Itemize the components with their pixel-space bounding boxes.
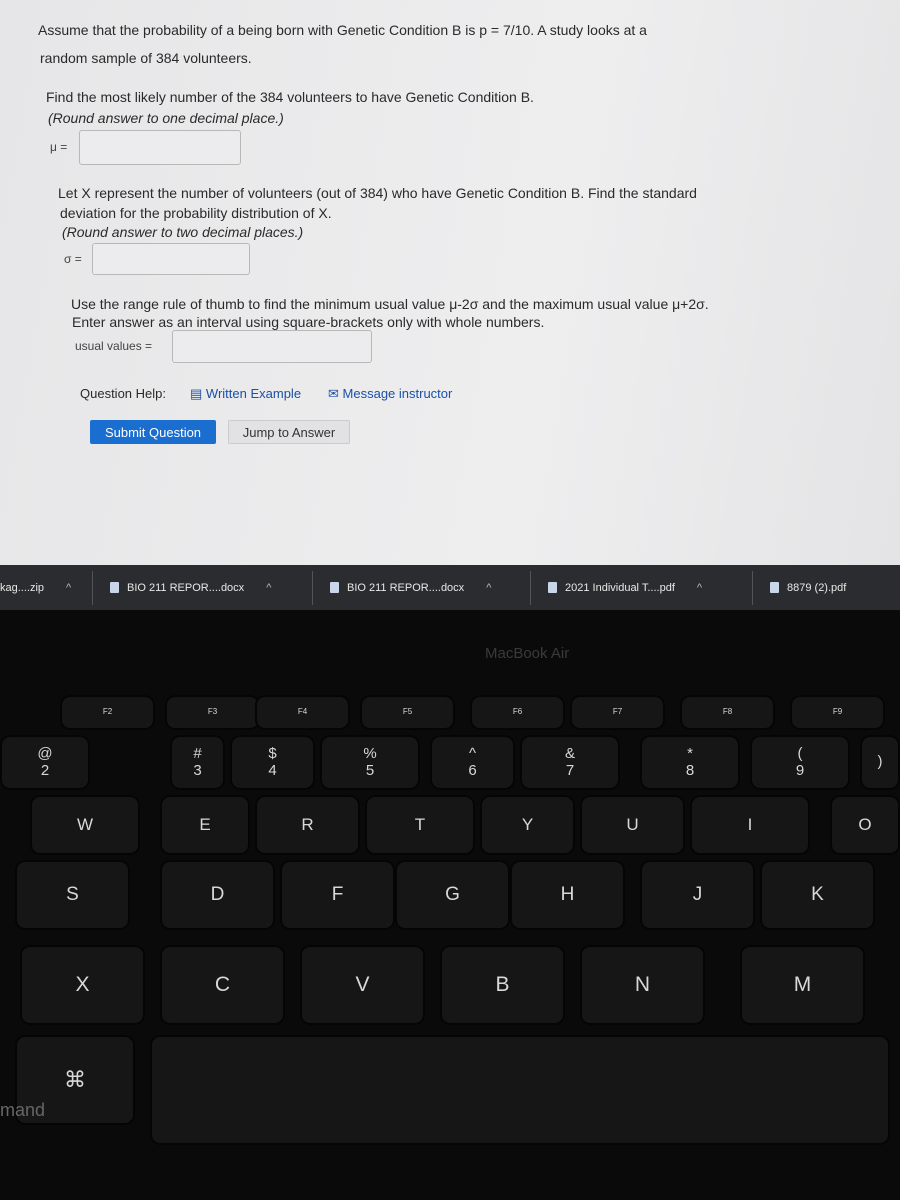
key-f8[interactable]: F8 <box>680 695 775 730</box>
key-e[interactable]: E <box>160 795 250 855</box>
chevron-up-icon[interactable]: ^ <box>66 582 71 594</box>
key-j[interactable]: J <box>640 860 755 930</box>
key-r[interactable]: R <box>255 795 360 855</box>
download-name: 2021 Individual T....pdf <box>565 581 675 594</box>
key-k[interactable]: K <box>760 860 875 930</box>
key-8[interactable]: * 8 <box>640 735 740 790</box>
word-file-icon <box>110 582 119 593</box>
message-instructor-link[interactable]: ✉ Message instructor <box>328 384 452 404</box>
pdf-file-icon <box>548 582 557 593</box>
usual-values-label: usual values = <box>75 339 153 353</box>
key-g[interactable]: G <box>395 860 510 930</box>
key-y[interactable]: Y <box>480 795 575 855</box>
mu-label: μ = <box>50 140 68 154</box>
written-example-label: Written Example <box>205 386 302 401</box>
key-f7[interactable]: F7 <box>570 695 665 730</box>
key-c[interactable]: C <box>160 945 285 1025</box>
key-f3[interactable]: F3 <box>165 695 260 730</box>
question-help-label: Question Help: <box>80 386 166 401</box>
key-7[interactable]: & 7 <box>520 735 620 790</box>
q2-text: Let X represent the number of volunteers… <box>58 185 697 201</box>
download-name: BIO 211 REPOR....docx <box>127 581 245 594</box>
key-2[interactable]: @ 2 <box>0 735 90 790</box>
key-f2[interactable]: F2 <box>60 695 155 730</box>
download-item[interactable]: BIO 211 REPOR....docx ^ <box>330 565 491 610</box>
chevron-up-icon[interactable]: ^ <box>266 582 271 594</box>
download-name: 8879 (2).pdf <box>787 581 847 594</box>
key-n[interactable]: N <box>580 945 705 1025</box>
key-s[interactable]: S <box>15 860 130 930</box>
key-f4[interactable]: F4 <box>255 695 350 730</box>
sigma-label: σ = <box>64 252 82 266</box>
download-name: BIO 211 REPOR....docx <box>347 581 465 594</box>
key-u[interactable]: U <box>580 795 685 855</box>
envelope-icon: ✉ <box>328 386 339 401</box>
key-f[interactable]: F <box>280 860 395 930</box>
jump-to-answer-button[interactable]: Jump to Answer <box>228 420 350 444</box>
word-file-icon <box>330 582 339 593</box>
pdf-file-icon <box>770 582 779 593</box>
download-item[interactable]: BIO 211 REPOR....docx ^ <box>110 565 271 610</box>
q3-text-2: Enter answer as an interval using square… <box>72 314 545 330</box>
download-name: kag....zip <box>0 581 45 594</box>
download-item[interactable]: 8879 (2).pdf <box>770 565 846 610</box>
intro-text: Assume that the probability of a being b… <box>38 22 647 38</box>
q1-rounding: (Round answer to one decimal place.) <box>48 110 284 126</box>
written-example-link[interactable]: ▤ Written Example <box>190 384 301 404</box>
laptop-brand: MacBook Air <box>485 645 570 662</box>
intro-text-2: random sample of 384 volunteers. <box>40 50 252 66</box>
key-9[interactable]: ( 9 <box>750 735 850 790</box>
key-x[interactable]: X <box>20 945 145 1025</box>
key-v[interactable]: V <box>300 945 425 1025</box>
key-i[interactable]: I <box>690 795 810 855</box>
key-3[interactable]: # 3 <box>170 735 225 790</box>
downloads-bar: kag....zip ^ BIO 211 REPOR....docx ^ BIO 2… <box>0 565 900 610</box>
q1-text: Find the most likely number of the 384 v… <box>46 89 534 105</box>
key-4[interactable]: $ 4 <box>230 735 315 790</box>
key-h[interactable]: H <box>510 860 625 930</box>
key-d[interactable]: D <box>160 860 275 930</box>
document-icon: ▤ <box>190 386 203 401</box>
key-m[interactable]: M <box>740 945 865 1025</box>
command-key-label: mand <box>0 1100 46 1120</box>
key-6[interactable]: ^ 6 <box>430 735 515 790</box>
key-space[interactable] <box>150 1035 890 1145</box>
q2-rounding: (Round answer to two decimal places.) <box>62 224 304 240</box>
mu-input[interactable] <box>79 130 241 165</box>
question-page: Assume that the probability of a being b… <box>0 0 900 565</box>
key-f6[interactable]: F6 <box>470 695 565 730</box>
chevron-up-icon[interactable]: ^ <box>697 582 702 594</box>
key-o[interactable]: O <box>830 795 900 855</box>
sigma-input[interactable] <box>92 243 250 275</box>
key-t[interactable]: T <box>365 795 475 855</box>
chevron-up-icon[interactable]: ^ <box>486 582 491 594</box>
key-space[interactable]: ) <box>860 735 900 790</box>
usual-values-input[interactable] <box>172 330 372 363</box>
submit-question-button[interactable]: Submit Question <box>90 420 216 444</box>
key-b[interactable]: B <box>440 945 565 1025</box>
key-f5[interactable]: F5 <box>360 695 455 730</box>
key-w[interactable]: W <box>30 795 140 855</box>
download-item[interactable]: kag....zip ^ <box>0 565 71 610</box>
key-5[interactable]: % 5 <box>320 735 420 790</box>
q3-text: Use the range rule of thumb to find the … <box>71 296 709 312</box>
key-f9[interactable]: F9 <box>790 695 885 730</box>
download-item[interactable]: 2021 Individual T....pdf ^ <box>548 565 702 610</box>
message-instructor-label: Message instructor <box>342 386 453 401</box>
q2-text-2: deviation for the probability distributi… <box>60 205 332 221</box>
